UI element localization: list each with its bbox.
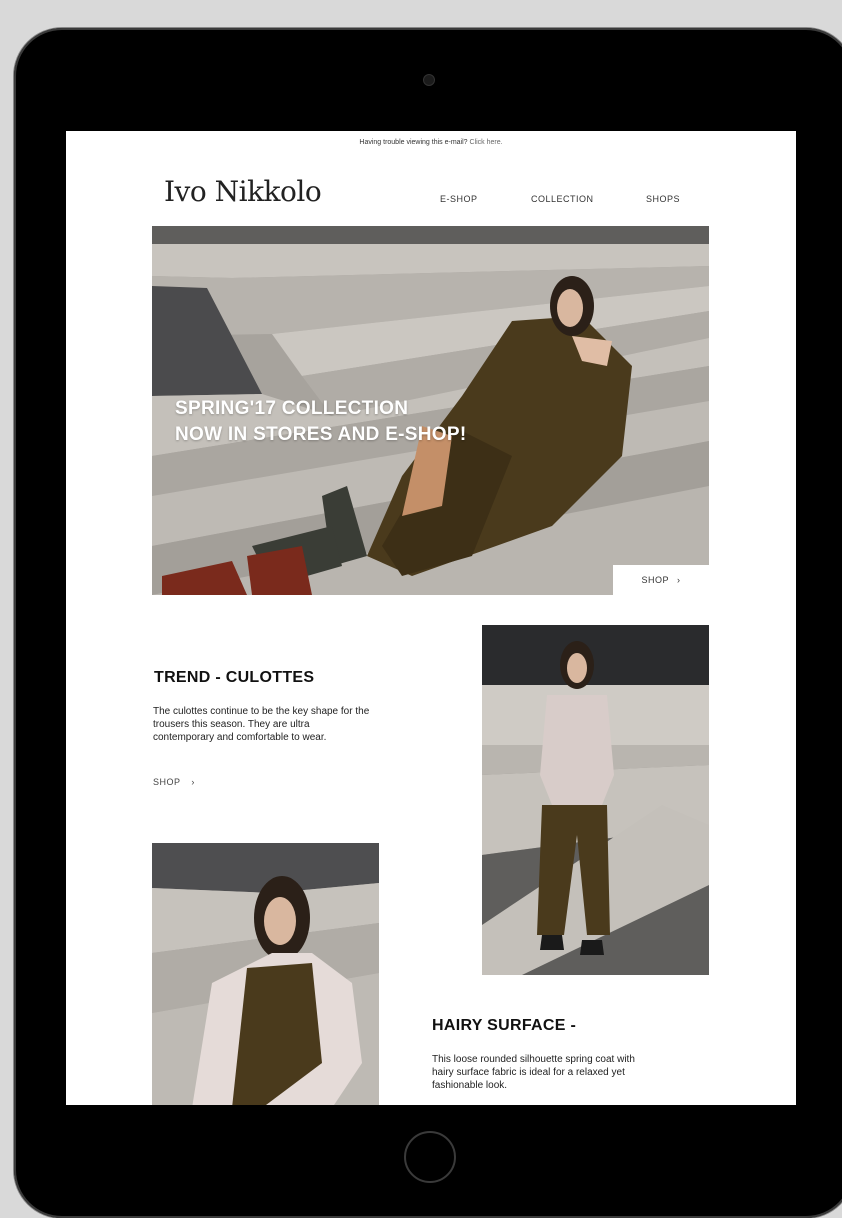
- culottes-image: [482, 625, 709, 975]
- trend-title: TREND - CULOTTES: [154, 669, 315, 686]
- hero-headline: SPRING'17 COLLECTION NOW IN STORES AND E…: [175, 396, 466, 448]
- trend-line-1: The culottes continue to be the key shap…: [153, 706, 370, 717]
- email-screen: Having trouble viewing this e-mail? Clic…: [66, 131, 796, 1105]
- culottes-photo[interactable]: [482, 625, 709, 975]
- hero-shop-button[interactable]: SHOP ›: [613, 565, 709, 595]
- hairy-line-3: fashionable look.: [432, 1080, 508, 1091]
- view-online-note: Having trouble viewing this e-mail? Clic…: [66, 139, 796, 146]
- hairy-description: This loose rounded silhouette spring coa…: [432, 1053, 635, 1092]
- brand-logo[interactable]: Ivo Nikkolo: [164, 175, 322, 208]
- trend-line-3: contemporary and comfortable to wear.: [153, 732, 327, 743]
- hairy-coat-image: [152, 843, 379, 1105]
- chevron-right-icon: ›: [677, 575, 681, 585]
- click-here-link[interactable]: Click here.: [470, 139, 503, 146]
- nav-collection[interactable]: COLLECTION: [531, 194, 594, 204]
- hero-shop-label: SHOP: [641, 575, 669, 585]
- hairy-line-1: This loose rounded silhouette spring coa…: [432, 1054, 635, 1065]
- hero-line-2: NOW IN STORES AND E-SHOP!: [175, 424, 467, 445]
- trend-line-2: trousers this season. They are ultra: [153, 719, 310, 730]
- camera-icon: [424, 75, 434, 85]
- trend-shop-link[interactable]: SHOP ›: [153, 777, 195, 787]
- nav-eshop[interactable]: E-SHOP: [440, 194, 478, 204]
- top-note-text: Having trouble viewing this e-mail?: [359, 139, 468, 146]
- hairy-coat-photo[interactable]: [152, 843, 379, 1105]
- chevron-right-icon: ›: [191, 777, 195, 787]
- hero-banner[interactable]: SPRING'17 COLLECTION NOW IN STORES AND E…: [152, 226, 709, 595]
- home-button[interactable]: [404, 1131, 456, 1183]
- trend-description: The culottes continue to be the key shap…: [153, 705, 369, 744]
- trend-shop-label: SHOP: [153, 777, 181, 787]
- hairy-title: HAIRY SURFACE -: [432, 1017, 577, 1034]
- nav-shops[interactable]: SHOPS: [646, 194, 680, 204]
- hairy-line-2: hairy surface fabric is ideal for a rela…: [432, 1067, 625, 1078]
- hero-line-1: SPRING'17 COLLECTION: [175, 398, 409, 419]
